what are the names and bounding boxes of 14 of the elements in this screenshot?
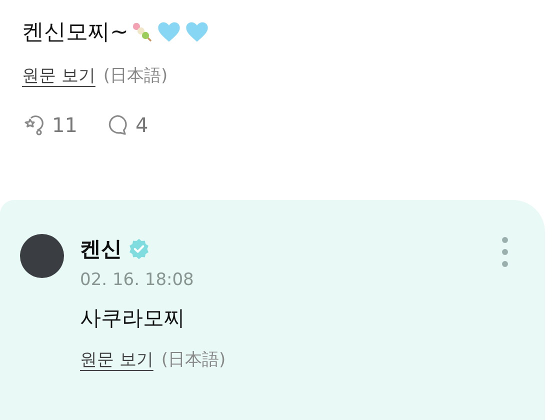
view-original-link[interactable]: 원문 보기 — [80, 348, 154, 371]
comment-date: 02. 16. 18:08 — [80, 270, 195, 290]
avatar — [20, 234, 64, 278]
like-icon[interactable] — [22, 113, 46, 137]
language-label: (日本語) — [103, 65, 168, 87]
post-text: 켄신모찌~ — [22, 19, 128, 47]
author-name[interactable]: 켄신 — [80, 235, 122, 263]
view-original-link[interactable]: 원문 보기 — [22, 64, 96, 87]
comment-count: 4 — [135, 113, 148, 137]
dango-icon — [130, 20, 154, 44]
language-label: (日本語) — [161, 349, 226, 371]
like-count: 11 — [52, 113, 78, 137]
more-options-icon[interactable] — [501, 236, 509, 268]
comment-text: 사쿠라모찌 — [80, 305, 186, 332]
